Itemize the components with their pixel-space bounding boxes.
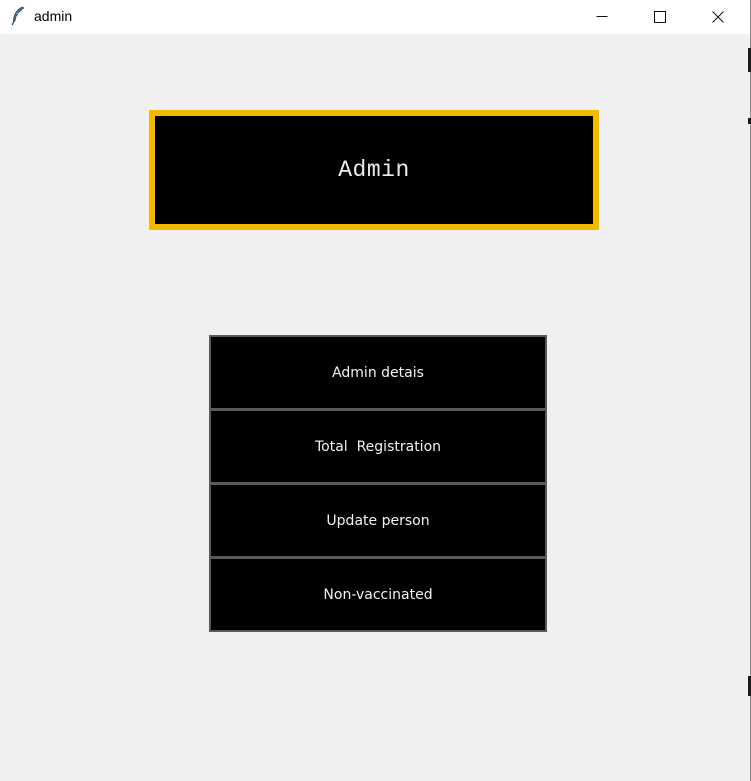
admin-details-button[interactable]: Admin detais <box>209 335 547 410</box>
minimize-icon <box>596 16 608 17</box>
admin-header-panel: Admin <box>149 110 599 230</box>
maximize-icon <box>654 11 666 23</box>
close-icon <box>712 11 724 23</box>
admin-menu: Admin detais Total Registration Update p… <box>209 335 547 632</box>
minimize-button[interactable] <box>573 0 631 34</box>
title-bar[interactable]: admin <box>0 0 750 34</box>
total-registration-button[interactable]: Total Registration <box>209 409 547 484</box>
window-title: admin <box>34 8 73 24</box>
app-window: admin Admin Admin detais Total Registrat… <box>0 0 750 781</box>
non-vaccinated-button[interactable]: Non-vaccinated <box>209 557 547 632</box>
maximize-button[interactable] <box>631 0 689 34</box>
update-person-button[interactable]: Update person <box>209 483 547 558</box>
feather-icon <box>10 6 26 26</box>
close-button[interactable] <box>689 0 747 34</box>
page-title: Admin <box>338 157 410 183</box>
